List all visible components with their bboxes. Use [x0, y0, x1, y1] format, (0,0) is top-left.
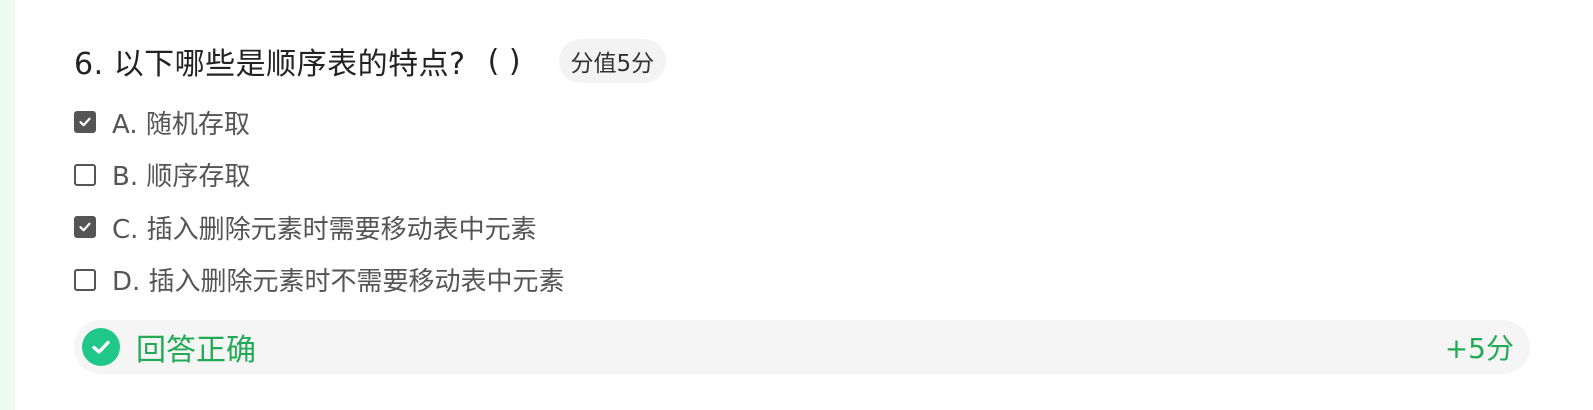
left-accent-strip [0, 0, 15, 410]
option-d-checkbox[interactable] [74, 268, 96, 291]
score-badge: 分值5分 [558, 39, 667, 83]
result-score: +5分 [1444, 332, 1514, 365]
question-title: 6. 以下哪些是顺序表的特点? [74, 47, 466, 82]
check-glyph [92, 340, 110, 354]
result-status-text: 回答正确 [136, 333, 256, 368]
checkmark-icon [79, 222, 91, 232]
check-circle-icon [82, 328, 120, 366]
option-a-checkbox[interactable] [74, 111, 96, 134]
answer-result-bar: 回答正确 +5分 [74, 320, 1530, 374]
option-c[interactable]: C. 插入删除元素时需要移动表中元素 [74, 201, 1533, 254]
option-c-label: C. 插入删除元素时需要移动表中元素 [112, 214, 537, 245]
question-header: 6. 以下哪些是顺序表的特点? ( ) 分值5分 [74, 38, 1533, 84]
option-b-label: B. 顺序存取 [112, 162, 251, 193]
option-d[interactable]: D. 插入删除元素时不需要移动表中元素 [74, 254, 1533, 307]
option-d-label: D. 插入删除元素时不需要移动表中元素 [112, 267, 565, 298]
option-b[interactable]: B. 顺序存取 [74, 149, 1533, 202]
option-c-checkbox[interactable] [74, 216, 96, 239]
option-a[interactable]: A. 随机存取 [74, 96, 1533, 149]
option-b-checkbox[interactable] [74, 163, 96, 186]
question-block: 6. 以下哪些是顺序表的特点? ( ) 分值5分 A. 随机存取 B. 顺序存取… [74, 38, 1533, 306]
checkmark-icon [79, 117, 91, 127]
option-list: A. 随机存取 B. 顺序存取 C. 插入删除元素时需要移动表中元素 D. 插入… [74, 96, 1533, 306]
answer-placeholder: ( ) [487, 43, 521, 79]
option-a-label: A. 随机存取 [112, 109, 250, 140]
